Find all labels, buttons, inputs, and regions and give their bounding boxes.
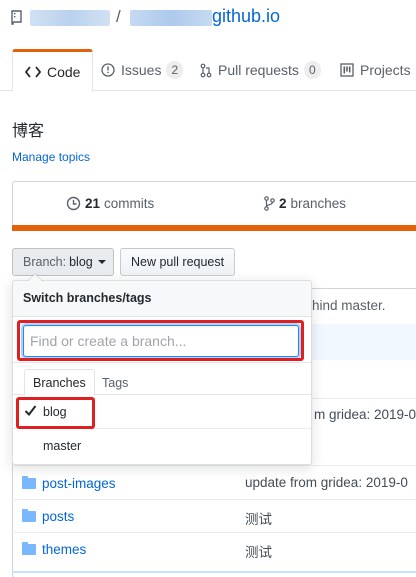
branch-filter-input[interactable] [23,325,299,357]
repo-name-redacted[interactable] [130,10,212,26]
issues-count-badge: 2 [166,61,184,79]
branch-status-text: hind master. [312,298,386,313]
tab-code[interactable]: Code [12,49,94,92]
branch-icon [264,196,275,211]
issue-icon [101,63,115,77]
latest-commit-bar [300,324,416,360]
file-row[interactable]: themes [22,539,86,559]
commit-message[interactable]: update from gridea: 2019-0 [245,475,408,490]
repo-summary-bar: 21 commits 2 branches [12,181,416,229]
tab-tags[interactable]: Tags [94,369,136,396]
repo-icon [11,10,22,25]
new-pull-request-button[interactable]: New pull request [120,248,235,276]
folder-icon [22,475,36,489]
tab-issues-label: Issues [121,62,162,78]
tab-pull-requests-label: Pull requests [218,62,299,78]
manage-topics-link[interactable]: Manage topics [12,150,90,164]
branch-prefix-label: Branch: [23,255,67,269]
branch-filter-container [13,317,311,363]
commits-link[interactable]: 21 commits [66,196,154,211]
tab-pull-requests[interactable]: Pull requests 0 [200,49,321,91]
commits-label: commits [104,196,155,211]
tab-projects[interactable]: Projects 0 [340,49,416,91]
tab-issues[interactable]: Issues 2 [101,49,184,91]
new-pull-request-label: New pull request [131,255,225,269]
code-icon [25,65,41,78]
branches-label: branches [290,196,347,211]
history-icon [66,196,81,211]
project-icon [340,63,354,77]
commit-message[interactable]: 测试 [245,508,272,528]
partial-commit-message: m gridea: 2019-0 [314,407,416,422]
branch-switch-dropdown: Switch branches/tags Branches Tags blog … [12,273,312,465]
file-name-link[interactable]: post-images [42,476,116,491]
commit-message[interactable]: 测试 [245,541,272,561]
language-bar [12,225,416,231]
repo-description: 博客 [12,123,45,140]
row-divider [12,499,416,500]
repo-nav-tabs: Code Issues 2 Pull requests 0 Projects 0 [0,49,416,92]
commits-count: 21 [85,196,101,211]
path-separator: / [116,7,121,26]
tab-code-label: Code [47,63,81,80]
pull-request-icon [200,63,212,78]
dropdown-title: Switch branches/tags [13,281,311,317]
folder-icon [22,508,36,522]
branches-link[interactable]: 2 branches [264,196,346,211]
repo-header: / github.io [0,0,416,42]
file-name-link[interactable]: themes [42,542,86,557]
branch-name: blog [43,404,67,419]
tab-branches[interactable]: Branches [24,369,95,396]
repo-name-link[interactable]: github.io [212,6,280,27]
file-row[interactable]: posts [22,506,74,526]
row-divider [12,532,416,533]
folder-icon [22,541,36,555]
branch-item-blog[interactable]: blog [13,395,311,429]
check-icon [24,405,37,417]
file-name-link[interactable]: posts [42,509,74,524]
file-row[interactable]: post-images [22,473,116,493]
branches-count: 2 [279,196,287,211]
branch-item-master[interactable]: master [13,429,311,463]
pull-requests-count-badge: 0 [303,61,321,79]
row-divider [12,465,416,466]
repo-owner-redacted[interactable] [30,10,110,26]
branch-select-button[interactable]: Branch: blog [12,248,114,276]
current-branch-label: blog [69,255,93,269]
tab-projects-label: Projects [360,62,411,78]
branch-name: master [43,439,82,453]
table-bottom-border [12,571,416,573]
chevron-down-icon [97,260,106,264]
branch-tag-tabs: Branches Tags [13,363,311,396]
